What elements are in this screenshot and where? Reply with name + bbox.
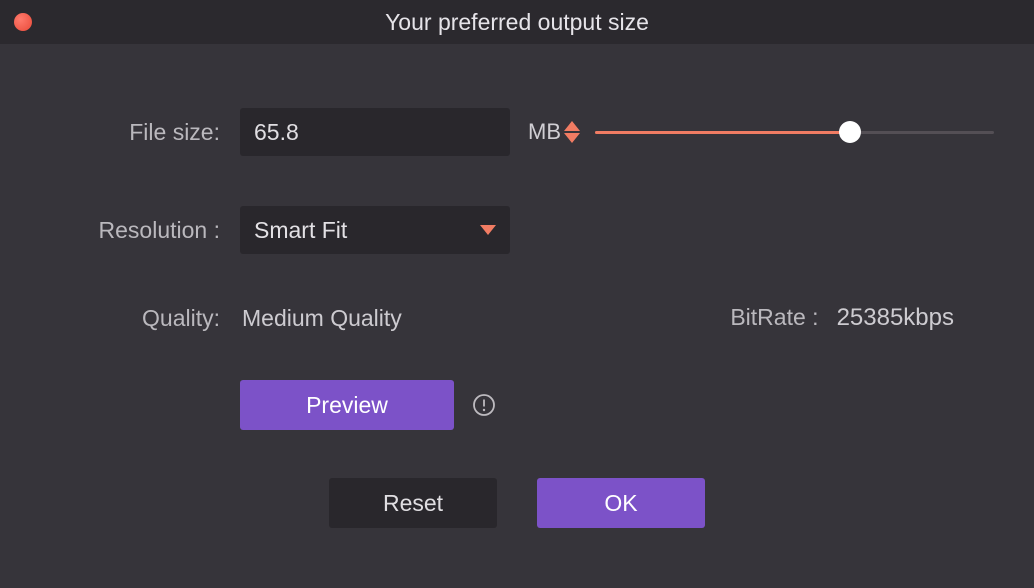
preview-button[interactable]: Preview <box>240 380 454 430</box>
quality-bitrate-row: Quality: Medium Quality BitRate : 25385k… <box>40 304 994 332</box>
file-size-input[interactable] <box>240 108 564 156</box>
window-title: Your preferred output size <box>385 9 649 36</box>
close-button[interactable] <box>14 13 32 31</box>
reset-button[interactable]: Reset <box>329 478 497 528</box>
resolution-label: Resolution : <box>40 217 240 244</box>
file-size-stepper[interactable] <box>240 108 510 156</box>
bitrate-block: BitRate : 25385kbps <box>730 304 954 332</box>
resolution-select[interactable]: Smart Fit <box>240 206 510 254</box>
ok-button[interactable]: OK <box>537 478 705 528</box>
quality-value: Medium Quality <box>242 305 402 332</box>
preview-row: Preview <box>40 380 994 430</box>
file-size-label: File size: <box>40 119 240 146</box>
stepper-arrows <box>564 108 586 156</box>
bitrate-value: 25385kbps <box>837 304 954 332</box>
slider-thumb[interactable] <box>839 121 861 143</box>
alert-icon <box>472 393 496 417</box>
stepper-up-icon[interactable] <box>564 121 580 131</box>
resolution-selected: Smart Fit <box>254 217 347 244</box>
bitrate-label: BitRate : <box>730 304 818 331</box>
resolution-row: Resolution : Smart Fit <box>40 206 994 254</box>
file-size-unit: MB <box>528 119 561 145</box>
quality-label: Quality: <box>40 305 240 332</box>
slider-fill <box>595 131 850 134</box>
dialog-content: File size: MB Resolution : Smart Fit Qua… <box>0 44 1034 528</box>
dialog-actions: Reset OK <box>40 478 994 528</box>
titlebar: Your preferred output size <box>0 0 1034 44</box>
stepper-down-icon[interactable] <box>564 133 580 143</box>
file-size-row: File size: MB <box>40 108 994 156</box>
file-size-slider[interactable] <box>595 121 994 143</box>
chevron-down-icon <box>480 225 496 235</box>
